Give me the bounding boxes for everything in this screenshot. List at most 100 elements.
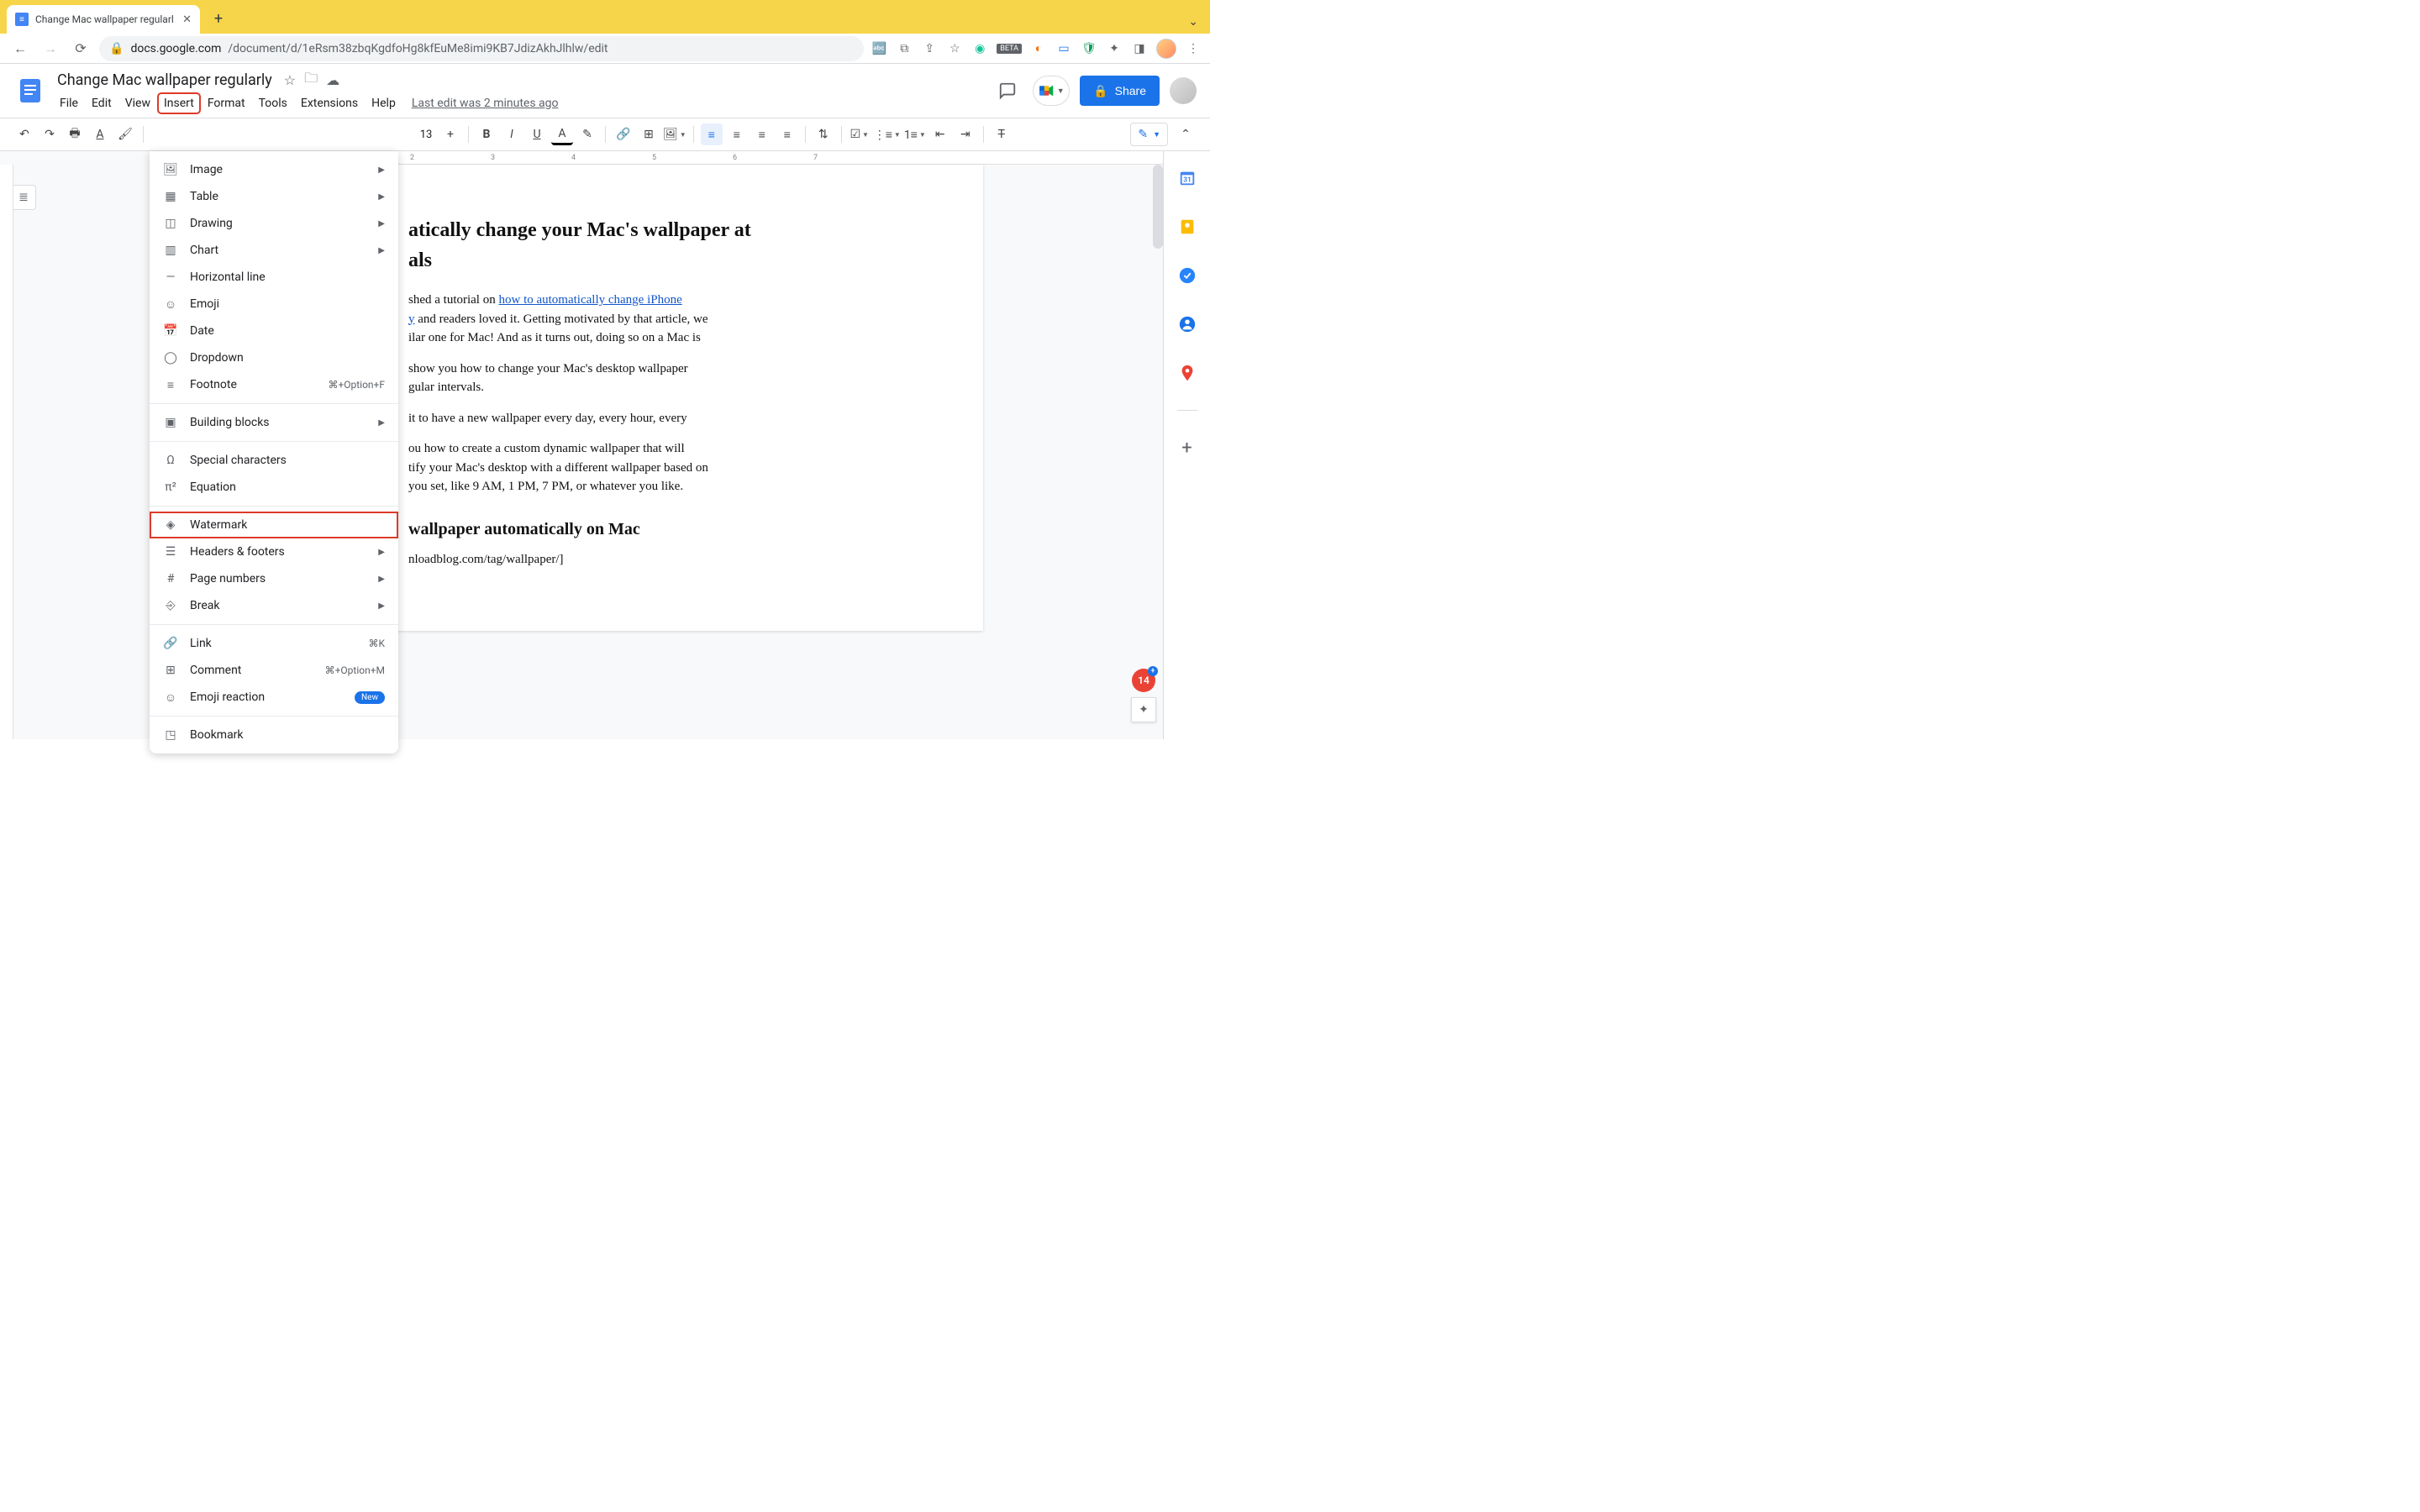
- extensions-puzzle-icon[interactable]: ✦: [1106, 40, 1123, 57]
- side-panel-icon[interactable]: ◨: [1131, 40, 1148, 57]
- back-button[interactable]: ←: [8, 37, 32, 60]
- move-icon[interactable]: 🗀: [304, 69, 318, 92]
- insert-chart[interactable]: ▥Chart▶: [150, 237, 398, 264]
- close-tab-icon[interactable]: ✕: [182, 13, 192, 26]
- cloud-status-icon[interactable]: ☁: [326, 72, 339, 88]
- spellcheck-button[interactable]: A: [89, 123, 111, 145]
- menu-file[interactable]: File: [54, 93, 84, 113]
- comment-history-button[interactable]: [992, 76, 1023, 106]
- line-spacing-button[interactable]: ⇅: [813, 123, 834, 145]
- calendar-app-icon[interactable]: 31: [1171, 161, 1204, 195]
- doc-link[interactable]: y: [408, 312, 415, 326]
- contacts-app-icon[interactable]: [1171, 307, 1204, 341]
- vertical-scrollbar[interactable]: [1153, 165, 1163, 249]
- print-button[interactable]: 🖶: [64, 123, 86, 145]
- keep-app-icon[interactable]: [1171, 210, 1204, 244]
- insert-equation[interactable]: π²Equation: [150, 474, 398, 501]
- account-avatar[interactable]: [1170, 77, 1197, 104]
- explore-button[interactable]: ✦: [1131, 697, 1156, 722]
- insert-comment[interactable]: ⊞Comment⌘+Option+M: [150, 657, 398, 684]
- font-size-value[interactable]: 13: [416, 129, 436, 141]
- insert-headers-footers[interactable]: ☰Headers & footers▶: [150, 538, 398, 565]
- underline-button[interactable]: U: [526, 123, 548, 145]
- bold-button[interactable]: B: [476, 123, 497, 145]
- undo-button[interactable]: ↶: [13, 123, 35, 145]
- chrome-profile-avatar[interactable]: [1156, 39, 1176, 59]
- bookmark-star-icon[interactable]: ☆: [946, 40, 963, 57]
- notification-badge[interactable]: 14: [1132, 669, 1155, 692]
- menu-tools[interactable]: Tools: [253, 93, 293, 113]
- checklist-button[interactable]: ☑▼: [849, 123, 871, 145]
- align-justify-button[interactable]: ≡: [776, 123, 798, 145]
- menu-view[interactable]: View: [119, 93, 156, 113]
- insert-emoji-reaction[interactable]: ☺Emoji reactionNew: [150, 684, 398, 711]
- doc-paragraph: ou how to create a custom dynamic wallpa…: [408, 439, 902, 496]
- insert-image-button[interactable]: 🖼▼: [663, 123, 687, 145]
- document-page[interactable]: atically change your Mac's wallpaper ata…: [328, 165, 983, 631]
- doc-link[interactable]: how to automatically change iPhone: [498, 293, 681, 307]
- redo-button[interactable]: ↷: [39, 123, 60, 145]
- new-tab-button[interactable]: +: [207, 7, 230, 30]
- align-left-button[interactable]: ≡: [701, 123, 723, 145]
- paint-format-button[interactable]: 🖌: [114, 123, 136, 145]
- chrome-menu-icon[interactable]: ⋮: [1185, 40, 1202, 57]
- menu-help[interactable]: Help: [366, 93, 402, 113]
- meet-button[interactable]: ▼: [1033, 76, 1070, 106]
- forward-button[interactable]: →: [39, 37, 62, 60]
- insert-comment-button[interactable]: ⊞: [638, 123, 660, 145]
- tasks-app-icon[interactable]: [1171, 259, 1204, 292]
- font-size-increase[interactable]: +: [439, 123, 461, 145]
- menu-edit[interactable]: Edit: [86, 93, 118, 113]
- insert-page-numbers[interactable]: #Page numbers▶: [150, 565, 398, 592]
- numbered-list-button[interactable]: 1≡▼: [904, 123, 926, 145]
- italic-button[interactable]: I: [501, 123, 523, 145]
- collapse-toolbar-button[interactable]: ⌃: [1175, 123, 1197, 145]
- menu-insert[interactable]: Insert: [158, 93, 200, 113]
- share-button[interactable]: 🔒 Share: [1080, 76, 1160, 106]
- ext-icon-3[interactable]: ▭: [1055, 40, 1072, 57]
- clear-formatting-button[interactable]: T: [991, 123, 1013, 145]
- insert-emoji[interactable]: ☺Emoji: [150, 291, 398, 318]
- get-addons-button[interactable]: +: [1171, 431, 1204, 465]
- open-in-new-icon[interactable]: ⧉: [896, 40, 913, 57]
- insert-image[interactable]: 🖼Image▶: [150, 156, 398, 183]
- align-right-button[interactable]: ≡: [751, 123, 773, 145]
- text-color-button[interactable]: A: [551, 123, 573, 145]
- show-outline-button[interactable]: ≣: [11, 185, 36, 210]
- document-title[interactable]: Change Mac wallpaper regularly: [54, 70, 276, 91]
- insert-watermark[interactable]: ◈Watermark: [150, 512, 398, 538]
- align-center-button[interactable]: ≡: [726, 123, 748, 145]
- insert-footnote[interactable]: ≡Footnote⌘+Option+F: [150, 371, 398, 398]
- reload-button[interactable]: ⟳: [69, 37, 92, 60]
- insert-drawing[interactable]: ◫Drawing▶: [150, 210, 398, 237]
- shield-icon[interactable]: 🛡: [1081, 40, 1097, 57]
- tab-overflow-icon[interactable]: ⌄: [1188, 15, 1210, 34]
- insert-building-blocks[interactable]: ▣Building blocks▶: [150, 409, 398, 436]
- highlight-button[interactable]: ✎: [576, 123, 598, 145]
- decrease-indent-button[interactable]: ⇤: [929, 123, 951, 145]
- bulleted-list-button[interactable]: ⋮≡▼: [874, 123, 901, 145]
- editing-mode-button[interactable]: ✎ ▼: [1130, 123, 1168, 146]
- increase-indent-button[interactable]: ⇥: [955, 123, 976, 145]
- insert-bookmark[interactable]: ◳Bookmark: [150, 722, 398, 748]
- share-page-icon[interactable]: ⇪: [921, 40, 938, 57]
- docs-home-button[interactable]: [13, 74, 47, 108]
- insert-table[interactable]: ▦Table▶: [150, 183, 398, 210]
- browser-tab[interactable]: ≡ Change Mac wallpaper regularl ✕: [7, 5, 200, 34]
- menu-extensions[interactable]: Extensions: [295, 93, 364, 113]
- ext-icon-2[interactable]: ◐: [1030, 40, 1047, 57]
- menu-format[interactable]: Format: [202, 93, 251, 113]
- maps-app-icon[interactable]: [1171, 356, 1204, 390]
- insert-special-characters[interactable]: ΩSpecial characters: [150, 447, 398, 474]
- last-edit-link[interactable]: Last edit was 2 minutes ago: [412, 97, 559, 110]
- insert-break[interactable]: ⎆Break▶: [150, 592, 398, 619]
- insert-horizontal-line[interactable]: —Horizontal line: [150, 264, 398, 291]
- translate-icon[interactable]: 🔤: [871, 40, 887, 57]
- url-field[interactable]: 🔒 docs.google.com/document/d/1eRsm38zbqK…: [99, 36, 864, 61]
- insert-link[interactable]: 🔗Link⌘K: [150, 630, 398, 657]
- insert-dropdown[interactable]: ◯Dropdown: [150, 344, 398, 371]
- insert-link-button[interactable]: 🔗: [613, 123, 634, 145]
- star-icon[interactable]: ☆: [284, 72, 296, 88]
- insert-date[interactable]: 📅Date: [150, 318, 398, 344]
- grammarly-icon[interactable]: ◉: [971, 40, 988, 57]
